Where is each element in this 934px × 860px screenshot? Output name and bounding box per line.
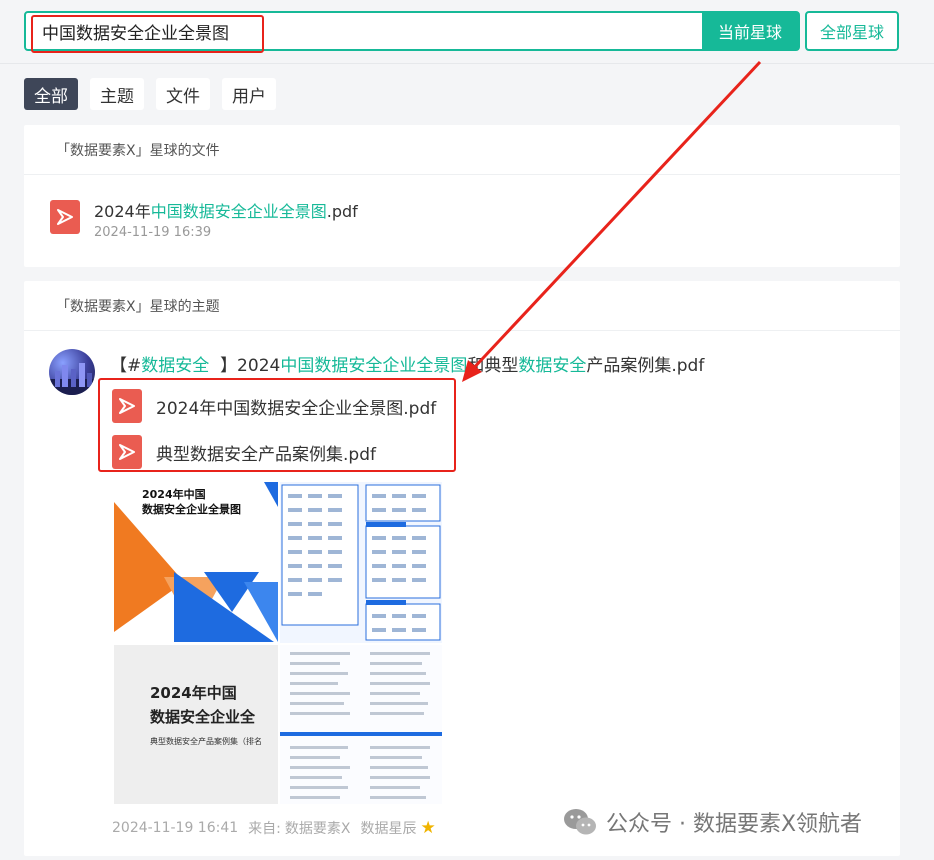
watermark: 公众号 · 数据要素X领航者 bbox=[562, 806, 862, 838]
svg-text:2024年中国: 2024年中国 bbox=[150, 684, 237, 702]
pdf-icon bbox=[112, 435, 142, 469]
pdf-icon bbox=[50, 200, 80, 234]
attachment-item[interactable]: 典型数据安全产品案例集.pdf bbox=[112, 435, 376, 469]
svg-text:数据安全企业全: 数据安全企业全 bbox=[150, 708, 256, 726]
watermark-text: 公众号 · 数据要素X领航者 bbox=[606, 812, 863, 837]
filter-tabs: 全部 主题 文件 用户 bbox=[24, 78, 276, 110]
attachment-name[interactable]: 典型数据安全产品案例集.pdf bbox=[156, 440, 376, 465]
all-planets-button[interactable]: 全部星球 bbox=[805, 11, 899, 51]
files-section-header: 「数据要素X」星球的文件 bbox=[24, 125, 900, 175]
attachment-item[interactable]: 2024年中国数据安全企业全景图.pdf bbox=[112, 389, 436, 423]
svg-text:数据安全企业全景图: 数据安全企业全景图 bbox=[142, 502, 241, 516]
topic-date: 2024-11-19 16:41 bbox=[112, 820, 239, 836]
tab-all[interactable]: 全部 bbox=[24, 78, 78, 110]
tab-files[interactable]: 文件 bbox=[156, 78, 210, 110]
search-input[interactable] bbox=[26, 13, 702, 49]
attachment-name[interactable]: 2024年中国数据安全企业全景图.pdf bbox=[156, 394, 436, 419]
header-divider bbox=[0, 63, 934, 64]
files-card: 「数据要素X」星球的文件 2024年中国数据安全企业全景图.pdf 2024-1… bbox=[24, 125, 900, 267]
from-label: 来自: bbox=[248, 821, 281, 837]
svg-text:典型数据安全产品案例集（排名: 典型数据安全产品案例集（排名 bbox=[150, 736, 262, 746]
topic-title[interactable]: 【#数据安全 】2024中国数据安全企业全景图和典型数据安全产品案例集.pdf bbox=[110, 351, 704, 376]
topics-section-header: 「数据要素X」星球的主题 bbox=[24, 281, 900, 331]
file-date: 2024-11-19 16:39 bbox=[94, 225, 212, 240]
search-bar: 当前星球 bbox=[24, 11, 800, 51]
file-result[interactable]: 2024年中国数据安全企业全景图.pdf 2024-11-19 16:39 bbox=[50, 200, 358, 240]
pdf-icon bbox=[112, 389, 142, 423]
svg-text:2024年中国: 2024年中国 bbox=[142, 487, 206, 501]
wechat-icon bbox=[564, 809, 596, 835]
tab-topics[interactable]: 主题 bbox=[90, 78, 144, 110]
preview-images[interactable]: 2024年中国 数据安全企业全景图 2024年中国 数据安全企业全 典型数据安全… bbox=[114, 482, 442, 804]
planet-link[interactable]: 数据要素X bbox=[285, 818, 351, 838]
file-name[interactable]: 2024年中国数据安全企业全景图.pdf bbox=[94, 200, 358, 224]
star-icon: ★ bbox=[420, 818, 436, 838]
topic-meta: 2024-11-19 16:41 来自: 数据要素X 数据星辰 ★ bbox=[112, 818, 436, 838]
current-planet-button[interactable]: 当前星球 bbox=[702, 13, 798, 49]
avatar[interactable] bbox=[49, 349, 95, 395]
topics-card: 「数据要素X」星球的主题 【#数据安全 】2024中国数据安全企业全景图和典型数… bbox=[24, 281, 900, 856]
tab-users[interactable]: 用户 bbox=[222, 78, 276, 110]
author-name[interactable]: 数据星辰 bbox=[360, 818, 416, 838]
